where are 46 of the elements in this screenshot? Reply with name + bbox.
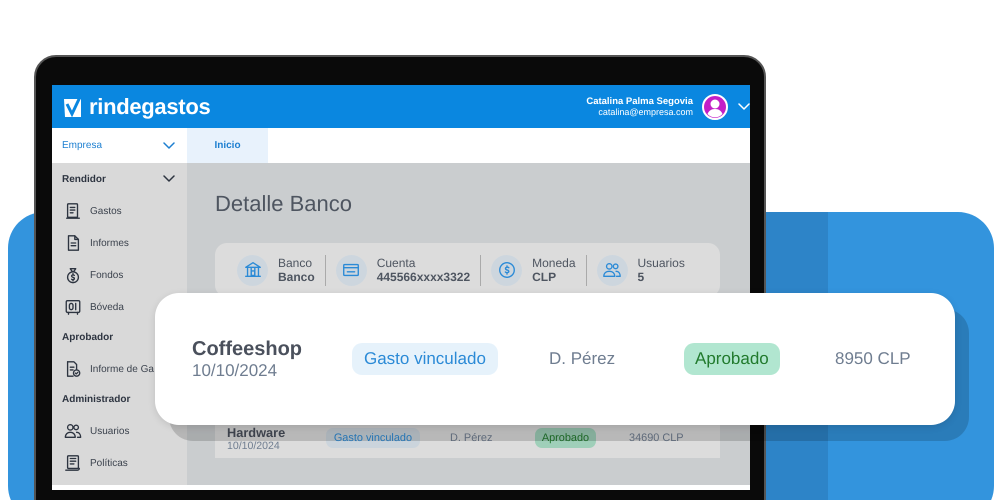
expense-date: 10/10/2024 [227, 440, 281, 452]
report-check-icon [64, 360, 82, 378]
money-bag-icon [64, 266, 82, 284]
sidebar-item[interactable]: Informes [52, 227, 187, 259]
summary-value: CLP [532, 270, 558, 284]
amount: 34690 CLP [629, 432, 685, 444]
section-heading: Rendidor [62, 174, 106, 184]
logo-text: rindegastos [89, 94, 210, 120]
scroll-icon [64, 454, 82, 472]
document-icon [64, 202, 82, 220]
linked-expense-tag: Gasto vinculado [326, 428, 420, 448]
bank-icon [242, 260, 262, 280]
sidebar-item[interactable]: Políticas [52, 447, 187, 479]
status-tag: Aprobado [684, 343, 780, 375]
chevron-down-icon[interactable] [163, 142, 175, 150]
user-name: D. Pérez [549, 349, 616, 369]
user-name: Catalina Palma Segovia [586, 96, 693, 106]
summary-value: 5 [638, 270, 646, 284]
status-tag: Aprobado [535, 428, 596, 448]
page-title: Detalle Banco [215, 191, 353, 217]
sidebar-item[interactable]: Usuarios [52, 415, 187, 447]
users-icon [64, 422, 82, 440]
sidebar-item[interactable]: Fondos [52, 259, 187, 291]
linked-expense-tag: Gasto vinculado [352, 343, 498, 375]
summary-value: 445566xxxx3322 [376, 270, 470, 284]
summary-label: Moneda [532, 256, 576, 270]
nav-tab[interactable]: Inicio [187, 128, 268, 163]
section-heading: Administrador [62, 394, 130, 404]
summary-label: Banco [278, 256, 314, 270]
users-icon [602, 260, 622, 280]
sidebar-item[interactable]: Gastos [52, 195, 187, 227]
section-heading: Aprobador [62, 332, 114, 342]
chevron-down-icon[interactable] [163, 175, 175, 183]
user-email: catalina@empresa.com [597, 106, 693, 118]
summary-label: Cuenta [376, 256, 416, 270]
dollar-icon [496, 260, 517, 280]
avatar-icon[interactable] [702, 94, 728, 120]
amount: 8950 CLP [835, 349, 912, 369]
safe-icon [64, 298, 82, 316]
expense-date: 10/10/2024 [192, 360, 278, 380]
expense-name: Hardware [227, 424, 286, 440]
summary-value: Banco [278, 270, 315, 284]
expense-name: Coffeeshop [192, 338, 303, 360]
company-select-value: Empresa [62, 140, 102, 151]
summary-label: Usuarios [638, 256, 685, 270]
user-name: D. Pérez [450, 432, 494, 444]
